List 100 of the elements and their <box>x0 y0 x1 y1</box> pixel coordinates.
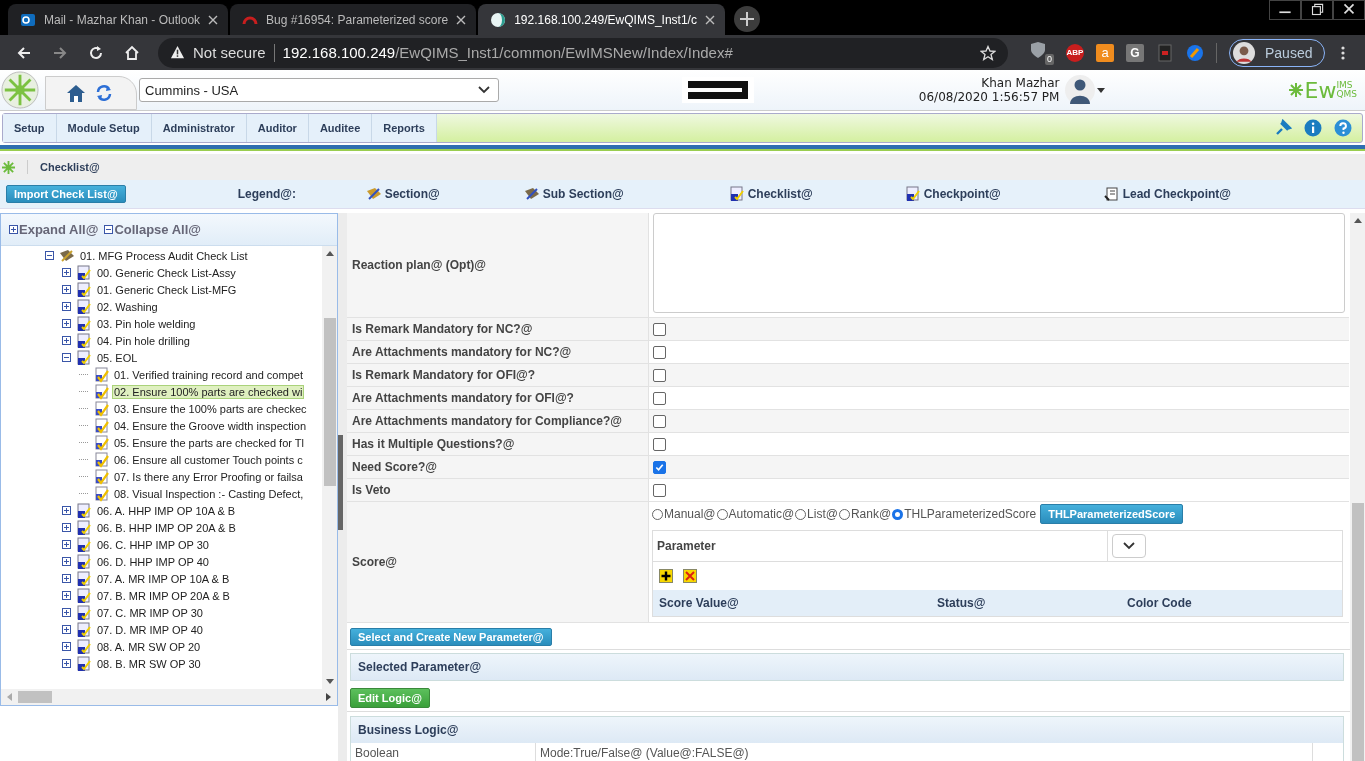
expand-icon[interactable] <box>62 506 71 515</box>
score-type-radio[interactable]: Rank@ <box>838 507 892 521</box>
scrollbar[interactable] <box>1 689 337 705</box>
scroll-up-icon[interactable] <box>325 251 334 256</box>
tree-item[interactable]: 01. Generic Check List-MFG <box>95 282 239 297</box>
reload-icon[interactable] <box>88 44 104 61</box>
collapse-all-link[interactable]: Collapse All@ <box>104 222 201 237</box>
back-icon[interactable] <box>16 44 32 61</box>
checkbox[interactable] <box>653 460 666 474</box>
tree-item[interactable]: 00. Generic Check List-Assy <box>95 265 238 280</box>
checkbox[interactable] <box>653 368 666 382</box>
brush-extension-icon[interactable] <box>1186 43 1204 62</box>
score-type-radio[interactable]: Manual@ <box>652 507 716 521</box>
tree-item[interactable]: 07. A. MR IMP OP 10A & B <box>95 571 232 586</box>
score-type-radio[interactable]: Automatic@ <box>716 507 795 521</box>
collapse-icon[interactable] <box>45 251 54 260</box>
menu-item[interactable]: Module Setup <box>56 114 152 142</box>
browser-tab[interactable]: Mail - Mazhar Khan - Outlook <box>8 4 229 35</box>
checkbox[interactable] <box>653 483 666 497</box>
info-icon[interactable] <box>1304 119 1322 137</box>
expand-icon[interactable] <box>62 625 71 634</box>
address-field[interactable]: Not secure 192.168.100.249/EwQIMS_Inst1/common/EwIMSNew/Index/Index# <box>158 37 1008 68</box>
expand-icon[interactable] <box>62 268 71 277</box>
caret-icon[interactable] <box>1097 87 1106 93</box>
scrollbar[interactable] <box>322 246 337 689</box>
score-type-radio[interactable]: List@ <box>795 507 838 521</box>
tree-item[interactable]: 03. Ensure the 100% parts are checkec <box>112 401 309 416</box>
scroll-right-icon[interactable] <box>326 693 331 701</box>
letter-extension-icon[interactable]: G <box>1126 43 1144 62</box>
menu-item[interactable]: Reports <box>372 114 437 142</box>
tree-item[interactable]: 04. Ensure the Groove width inspection <box>112 418 308 433</box>
reaction-plan-field[interactable] <box>653 213 1345 313</box>
tree-item[interactable]: 01. Verified training record and compet <box>112 367 305 382</box>
tree-item[interactable]: 06. A. HHP IMP OP 10A & B <box>95 503 238 518</box>
tree-item[interactable]: 08. A. MR SW OP 20 <box>95 639 203 654</box>
delete-icon[interactable] <box>683 569 697 583</box>
scrollbar[interactable] <box>1350 213 1365 761</box>
menu-item[interactable]: Administrator <box>151 114 247 142</box>
checkbox[interactable] <box>653 414 666 428</box>
scroll-thumb[interactable] <box>323 318 336 486</box>
expand-icon[interactable] <box>62 574 71 583</box>
star-icon[interactable] <box>980 44 996 61</box>
scroll-thumb[interactable] <box>1351 503 1364 761</box>
close-icon[interactable] <box>208 14 219 25</box>
tree-item[interactable]: 05. Ensure the parts are checked for Tl <box>112 435 306 450</box>
tree-item[interactable]: 08. Visual Inspection :- Casting Defect, <box>112 486 306 501</box>
checkbox[interactable] <box>653 437 666 451</box>
tree-item[interactable]: 06. Ensure all customer Touch points c <box>112 452 305 467</box>
browser-tab[interactable]: Bug #16954: Parameterized score <box>230 4 477 35</box>
expand-icon[interactable] <box>62 285 71 294</box>
tree-item[interactable]: 07. D. MR IMP OP 40 <box>95 622 205 637</box>
close-icon[interactable] <box>704 14 715 25</box>
tree-item[interactable]: 08. B. MR SW OP 30 <box>95 656 203 671</box>
new-tab-icon[interactable] <box>732 5 761 33</box>
menu-item[interactable]: Setup <box>3 114 57 142</box>
expand-icon[interactable] <box>62 659 71 668</box>
parameter-select[interactable] <box>1112 534 1146 558</box>
tree-item[interactable]: 04. Pin hole drilling <box>95 333 192 348</box>
tree-item[interactable]: 02. Ensure 100% parts are checked wi <box>112 384 305 399</box>
expand-icon[interactable] <box>62 540 71 549</box>
minimize-icon[interactable] <box>1269 0 1301 20</box>
home-icon[interactable] <box>124 44 140 61</box>
scroll-up-icon[interactable] <box>1353 218 1362 223</box>
more-icon[interactable] <box>1341 44 1346 61</box>
company-select[interactable]: Cummins - USA <box>139 78 499 102</box>
refresh-icon[interactable] <box>94 83 114 103</box>
menu-item[interactable]: Auditor <box>246 114 309 142</box>
checkbox[interactable] <box>653 391 666 405</box>
tree-item[interactable]: 07. C. MR IMP OP 30 <box>95 605 205 620</box>
pin-icon[interactable] <box>1274 119 1292 137</box>
add-icon[interactable] <box>659 569 673 583</box>
tree-item[interactable]: 01. MFG Process Audit Check List <box>78 248 250 263</box>
home-icon[interactable] <box>66 83 86 103</box>
checkbox[interactable] <box>653 345 666 359</box>
tree-item[interactable]: 07. Is there any Error Proofing or failsa <box>112 469 305 484</box>
tree-item[interactable]: 06. C. HHP IMP OP 30 <box>95 537 211 552</box>
score-type-radio[interactable]: THLParameterizedScore <box>892 507 1037 521</box>
tree-item[interactable]: 06. B. HHP IMP OP 20A & B <box>95 520 238 535</box>
browser-tab[interactable]: 192.168.100.249/EwQIMS_Inst1/c <box>478 4 725 35</box>
adblock-extension-icon[interactable]: ABP <box>1066 43 1084 62</box>
expand-all-link[interactable]: Expand All@ <box>9 222 99 237</box>
tree-item[interactable]: 02. Washing <box>95 299 160 314</box>
expand-icon[interactable] <box>62 523 71 532</box>
tree-item[interactable]: 06. D. HHP IMP OP 40 <box>95 554 211 569</box>
scroll-thumb[interactable] <box>18 691 52 703</box>
collapse-icon[interactable] <box>62 353 71 362</box>
restore-icon[interactable] <box>1301 0 1333 20</box>
tree-item[interactable]: 07. B. MR IMP OP 20A & B <box>95 588 232 603</box>
scroll-down-icon[interactable] <box>325 679 334 684</box>
close-icon[interactable] <box>456 14 467 25</box>
breadcrumb-item[interactable]: Checklist@ <box>40 161 100 173</box>
expand-icon[interactable] <box>62 642 71 651</box>
expand-icon[interactable] <box>62 591 71 600</box>
menu-item[interactable]: Auditee <box>308 114 373 142</box>
tree-item[interactable]: 03. Pin hole welding <box>95 316 198 331</box>
expand-icon[interactable] <box>62 336 71 345</box>
expand-icon[interactable] <box>62 302 71 311</box>
help-icon[interactable] <box>1334 119 1352 137</box>
checkbox[interactable] <box>653 322 666 336</box>
forward-icon[interactable] <box>52 44 68 61</box>
